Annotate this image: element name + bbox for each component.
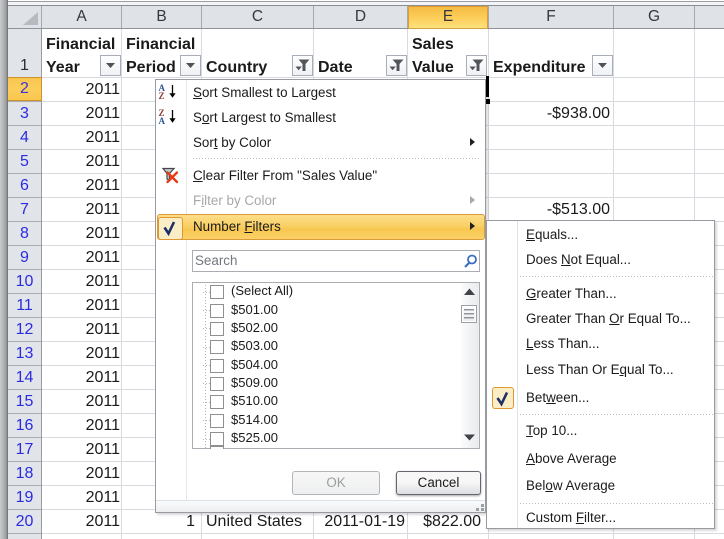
svg-text:A: A	[159, 116, 166, 124]
svg-text:Z: Z	[159, 91, 165, 99]
